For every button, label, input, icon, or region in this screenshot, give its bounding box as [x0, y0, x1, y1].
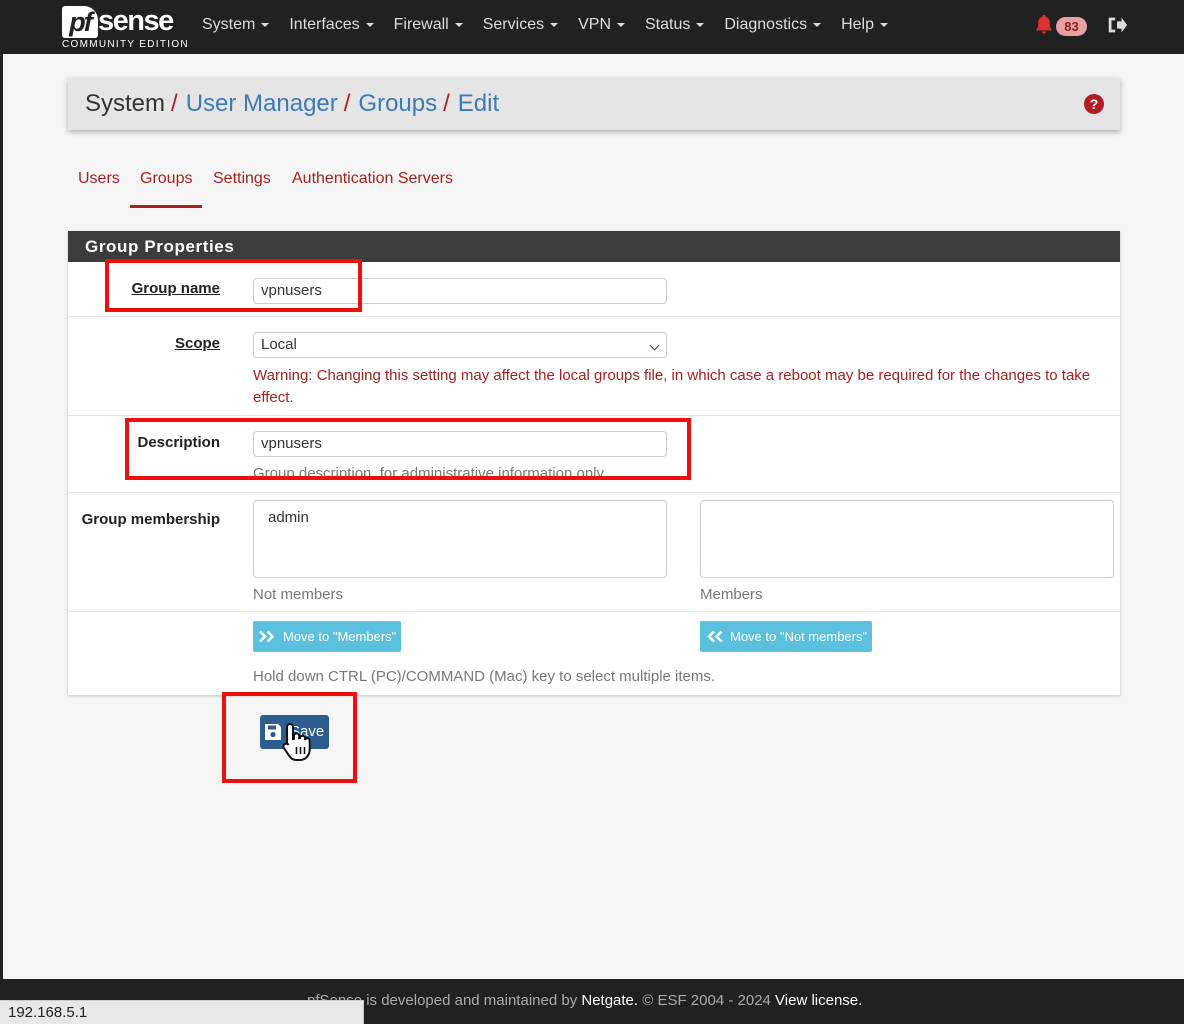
tab-authentication-servers[interactable]: Authentication Servers — [282, 160, 463, 198]
netgate-link[interactable]: Netgate. — [581, 992, 638, 1009]
top-navbar: pf sense COMMUNITY EDITION System Interf… — [0, 0, 1184, 54]
scope-selected-value: Local — [261, 336, 297, 353]
menu-services[interactable]: Services — [473, 0, 568, 50]
tab-settings[interactable]: Settings — [203, 160, 281, 198]
tab-groups[interactable]: Groups — [130, 160, 203, 208]
tab-users[interactable]: Users — [68, 160, 130, 198]
logo-edition: COMMUNITY EDITION — [62, 39, 189, 50]
logo-pf: pf — [62, 6, 98, 38]
caret-down-icon — [879, 22, 888, 27]
row-divider — [68, 415, 1120, 416]
caret-down-icon — [261, 22, 270, 27]
caret-down-icon — [813, 22, 822, 27]
double-chevron-right-icon — [259, 630, 275, 643]
menu-vpn[interactable]: VPN — [568, 0, 635, 50]
browser-status-url: 192.168.5.1 — [0, 1000, 364, 1024]
breadcrumb-separator: / — [171, 90, 178, 117]
not-members-listbox[interactable]: admin — [253, 500, 667, 578]
panel-title: Group Properties — [68, 231, 1120, 262]
menu-system[interactable]: System — [192, 0, 279, 50]
annotation-save-button — [222, 692, 357, 783]
caret-down-icon — [617, 22, 625, 27]
breadcrumb-panel: System / User Manager / Groups / Edit ? — [68, 78, 1120, 130]
annotation-group-name — [105, 259, 362, 312]
main-menu: System Interfaces Firewall Services VPN … — [192, 0, 898, 50]
breadcrumb-separator: / — [443, 90, 450, 117]
sign-out-icon[interactable] — [1106, 14, 1128, 36]
double-chevron-left-icon — [707, 630, 723, 643]
menu-help[interactable]: Help — [831, 0, 898, 50]
group-membership-label: Group membership — [81, 511, 220, 528]
caret-down-icon — [454, 22, 463, 27]
annotation-description — [125, 418, 691, 480]
caret-down-icon — [365, 22, 374, 27]
breadcrumb-user-manager[interactable]: User Manager — [186, 90, 338, 117]
breadcrumb: System / User Manager / Groups / Edit — [85, 78, 499, 130]
scope-select[interactable]: Local — [253, 332, 667, 358]
row-divider — [68, 492, 1120, 493]
breadcrumb-system: System — [85, 90, 166, 117]
scope-warning-text: Warning: Changing this setting may affec… — [253, 367, 1091, 406]
user-manager-tabs: Users Groups Settings Authentication Ser… — [68, 160, 668, 208]
scope-label: Scope — [174, 335, 220, 352]
members-caption: Members — [700, 586, 763, 603]
question-circle-icon[interactable]: ? — [1084, 94, 1104, 114]
breadcrumb-edit[interactable]: Edit — [458, 90, 499, 117]
breadcrumb-separator: / — [343, 90, 351, 117]
row-divider — [68, 611, 1120, 612]
multi-select-hint: Hold down CTRL (PC)/COMMAND (Mac) key to… — [253, 668, 716, 685]
view-license-link[interactable]: View license. — [775, 992, 862, 1009]
not-members-caption: Not members — [253, 586, 344, 603]
window-edge — [0, 0, 3, 1024]
row-divider — [68, 316, 1120, 317]
breadcrumb-groups[interactable]: Groups — [358, 90, 437, 117]
members-listbox[interactable] — [700, 500, 1114, 578]
menu-status[interactable]: Status — [635, 0, 714, 50]
footer-text: pfSense is developed and maintained by N… — [307, 992, 863, 1009]
menu-firewall[interactable]: Firewall — [384, 0, 473, 50]
menu-diagnostics[interactable]: Diagnostics — [714, 0, 831, 50]
pfsense-logo[interactable]: pf sense COMMUNITY EDITION — [62, 4, 189, 50]
move-to-members-button[interactable]: Move to "Members" — [253, 621, 402, 652]
notification-count-badge[interactable]: 83 — [1056, 17, 1087, 36]
caret-down-icon — [550, 22, 559, 27]
logo-sense: sense — [98, 5, 174, 37]
bell-icon[interactable] — [1033, 13, 1055, 35]
move-to-not-members-button[interactable]: Move to "Not members" — [700, 621, 873, 652]
list-item[interactable]: admin — [268, 509, 652, 526]
chevron-down-icon — [649, 340, 660, 351]
caret-down-icon — [696, 22, 705, 27]
menu-interfaces[interactable]: Interfaces — [279, 0, 383, 50]
